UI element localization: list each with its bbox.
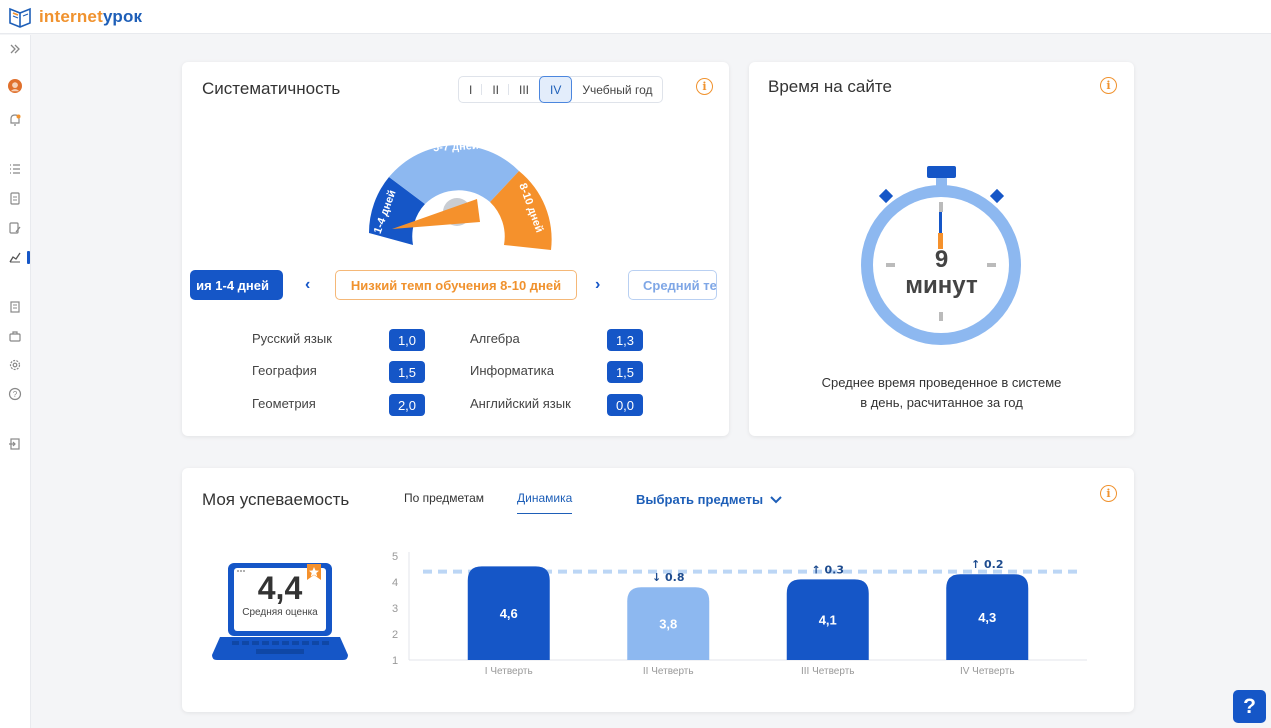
help-circle-icon[interactable]: ? (7, 386, 23, 402)
time-on-site-card: Время на сайте i 9 минут Среднее время п… (749, 62, 1134, 436)
subject-name: Информатика (470, 363, 554, 378)
x-tick-label: III Четверть (801, 666, 854, 677)
tab-quarter-1[interactable]: I (459, 77, 483, 102)
speed-carousel: ия 1-4 дней ‹ Низкий темп обучения 8-10 … (182, 270, 729, 300)
average-grade-value: 4,4 (257, 570, 303, 606)
tab-quarter-2[interactable]: II (482, 77, 509, 102)
info-icon[interactable]: i (696, 78, 713, 95)
list-icon[interactable] (7, 161, 23, 177)
chevron-right-icon[interactable]: › (595, 276, 600, 294)
subject-score: 1,5 (389, 361, 425, 383)
top-bar: internetурок (0, 0, 1271, 34)
bar-value-label: 3,8 (659, 617, 677, 632)
logo-text: internetурок (39, 7, 143, 26)
y-tick-label: 1 (392, 655, 398, 667)
delta-label: ↑ 0.2 (971, 558, 1004, 571)
tab-quarter-4[interactable]: IV (539, 76, 573, 103)
gauge-label-mid: 5-7 дней (433, 140, 479, 154)
y-tick-label: 2 (392, 629, 398, 641)
subject-score: 1,3 (607, 329, 643, 351)
book-icon[interactable] (7, 299, 23, 315)
card-title: Моя успеваемость (202, 490, 350, 509)
y-tick-label: 3 (392, 603, 398, 615)
svg-text:?: ? (13, 390, 18, 399)
briefcase-icon[interactable] (7, 328, 23, 344)
select-subjects-label: Выбрать предметы (636, 492, 764, 507)
select-subjects-dropdown[interactable]: Выбрать предметы (636, 492, 783, 507)
speed-option-prev[interactable]: ия 1-4 дней (190, 270, 283, 300)
edit-icon[interactable] (7, 220, 23, 236)
tab-by-subject[interactable]: По предметам (404, 491, 484, 505)
subject-score: 1,0 (389, 329, 425, 351)
x-tick-label: II Четверть (643, 666, 694, 677)
bar-value-label: 4,1 (819, 613, 837, 628)
bar-value-label: 4,6 (500, 606, 518, 621)
subject-name: Русский язык (252, 331, 332, 346)
x-tick-label: I Четверть (485, 666, 533, 677)
logo[interactable]: internetурок (7, 4, 142, 30)
time-value: 9 (934, 246, 949, 273)
performance-card: Моя успеваемость По предметам Динамика В… (182, 468, 1134, 712)
info-icon[interactable]: i (1100, 485, 1117, 502)
gear-icon[interactable] (7, 357, 23, 373)
quarter-tabs: I II III IV Учебный год (458, 76, 664, 103)
subject-name: Геометрия (252, 396, 316, 411)
sidebar-active-indicator (27, 251, 30, 264)
bell-icon[interactable] (7, 112, 23, 128)
subject-score: 2,0 (389, 394, 425, 416)
sidebar: ? (0, 35, 31, 728)
subject-name: Английский язык (470, 396, 571, 411)
time-caption-line2: в день, расчитанное за год (860, 395, 1023, 410)
expand-icon[interactable] (7, 41, 23, 57)
bar-value-label: 4,3 (978, 610, 996, 625)
delta-label: ↓ 0.8 (652, 571, 685, 584)
average-grade-label: Средняя оценка (242, 607, 318, 618)
tab-quarter-3[interactable]: III (509, 77, 539, 102)
help-button[interactable]: ? (1233, 690, 1266, 723)
speed-gauge: 1-4 дней 5-7 дней 8-10 дней (368, 140, 552, 250)
subject-name: Алгебра (470, 331, 520, 346)
logo-icon (9, 7, 31, 28)
subject-name: География (252, 363, 317, 378)
info-icon[interactable]: i (1100, 77, 1117, 94)
subject-score: 1,5 (607, 361, 643, 383)
performance-chart: 1 2 3 4 5 4,6 I Четверть 3,8 II Четверть ↓ 0.8 4,1… (392, 551, 1087, 677)
card-title: Систематичность (202, 79, 341, 98)
tab-dynamics[interactable]: Динамика (517, 491, 573, 514)
tab-school-year[interactable]: Учебный год (572, 77, 662, 102)
chevron-left-icon[interactable]: ‹ (305, 276, 310, 294)
clipboard-icon[interactable] (7, 190, 23, 206)
speed-option-current[interactable]: Низкий темп обучения 8-10 дней (335, 270, 577, 300)
speed-option-next[interactable]: Средний те (628, 270, 717, 300)
card-title: Время на сайте (768, 77, 892, 96)
delta-label: ↑ 0.3 (811, 563, 844, 576)
chart-icon[interactable] (7, 249, 23, 265)
chevron-down-icon (770, 495, 782, 503)
avatar[interactable] (7, 78, 23, 94)
logout-icon[interactable] (7, 436, 23, 452)
x-tick-label: IV Четверть (960, 666, 1015, 677)
y-tick-label: 4 (392, 577, 398, 589)
subject-score: 0,0 (607, 394, 643, 416)
time-caption-line1: Среднее время проведенное в системе (821, 375, 1062, 390)
time-unit: минут (905, 272, 978, 299)
systematicity-card: Систематичность I II III IV Учебный год … (182, 62, 729, 436)
y-tick-label: 5 (392, 551, 398, 563)
